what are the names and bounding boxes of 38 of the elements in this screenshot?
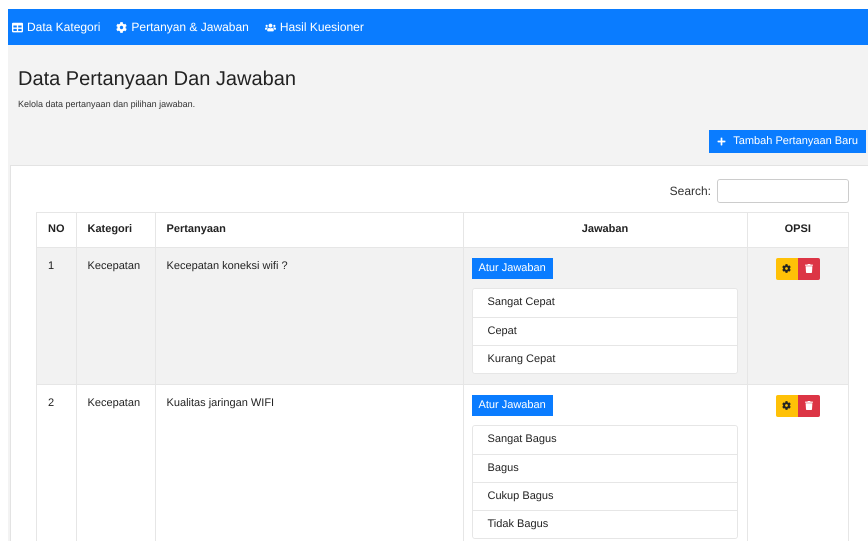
page-subtitle: Kelola data pertanyaan dan pilihan jawaban. (18, 98, 196, 111)
table-cell: Kecepatan koneksi wifi ? (155, 247, 463, 384)
answer-item: Tidak Bagus (472, 510, 736, 538)
search-field[interactable] (717, 178, 849, 202)
add-question-button[interactable]: Tambah Pertanyaan Baru (709, 130, 866, 152)
nav-link[interactable]: Data Kategori (12, 18, 100, 36)
answer-item: Kurang Cepat (472, 344, 736, 372)
column-header: NO (36, 212, 76, 247)
delete-button[interactable] (798, 258, 820, 280)
answer-item: Cepat (472, 316, 736, 344)
set-answers-button[interactable]: Atur Jawaban (472, 258, 553, 278)
column-header: Pertanyaan (155, 212, 463, 247)
plus-icon (717, 136, 726, 146)
settings-icon (782, 264, 792, 273)
delete-button[interactable] (798, 394, 820, 416)
settings-button[interactable] (776, 394, 798, 416)
users-icon (264, 22, 276, 32)
trash-icon (804, 401, 813, 410)
table-cell: Kecepatan (76, 247, 155, 384)
answer-item: Bagus (472, 454, 736, 482)
column-header: OPSI (747, 212, 848, 247)
settings-icon (782, 401, 792, 410)
settings-button[interactable] (776, 258, 798, 280)
table-icon (12, 22, 23, 32)
trash-icon (804, 264, 813, 273)
answer-item: Sangat Bagus (486, 432, 558, 448)
answer-item: Sangat Cepat (486, 295, 556, 310)
nav-link[interactable]: Hasil Kuesioner (264, 18, 364, 36)
page-title: Data Pertanyaan Dan Jawaban (18, 67, 297, 92)
table-cell: 2 (36, 384, 76, 541)
search-label: Search: (670, 182, 711, 200)
nav-link[interactable]: Pertanyan & Jawaban (116, 18, 249, 36)
column-header: Jawaban (463, 212, 747, 247)
set-answers-button[interactable]: Atur Jawaban (472, 394, 553, 416)
gear-icon (116, 22, 128, 32)
answer-item: Cukup Bagus (472, 482, 736, 510)
table-cell: 1 (36, 247, 76, 384)
column-header: Kategori (76, 212, 155, 247)
